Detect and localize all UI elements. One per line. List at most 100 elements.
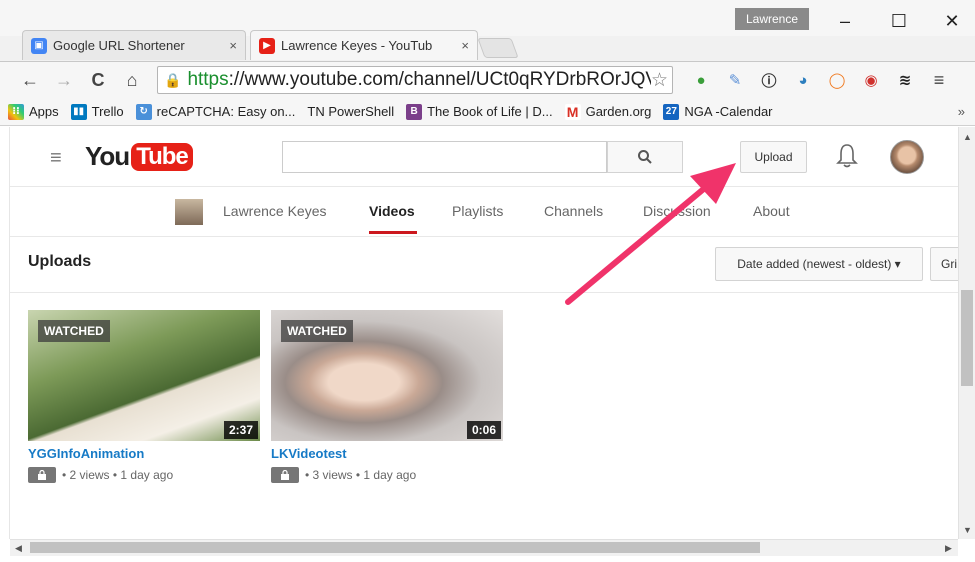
tab-title: Google URL Shortener	[53, 38, 185, 53]
sort-dropdown[interactable]: Date added (newest - oldest) ▾	[715, 247, 923, 281]
profile-badge[interactable]: Lawrence	[735, 8, 809, 30]
bookmark-star-icon[interactable]: ☆	[650, 69, 668, 92]
bookmark-garden[interactable]: M Garden.org	[564, 103, 652, 120]
video-card[interactable]: WATCHED 2:37 YGGInfoAnimation • 2 views …	[28, 310, 260, 483]
vertical-scrollbar-thumb[interactable]	[961, 290, 973, 386]
tab-about[interactable]: About	[753, 203, 790, 219]
url-rest: ://www.youtube.com/channel/UCt0qRYDrbROr…	[228, 69, 659, 90]
tab-discussion[interactable]: Discussion	[643, 203, 711, 219]
grid-view-button[interactable]: Gri	[930, 247, 958, 281]
address-bar[interactable]: 🔒 https ://www.youtube.com/channel/UCt0q…	[157, 66, 673, 94]
watched-badge: WATCHED	[281, 320, 353, 342]
channel-avatar[interactable]	[175, 199, 203, 225]
logo-you: You	[85, 141, 130, 171]
private-lock-icon	[28, 467, 56, 483]
back-button[interactable]: ←	[18, 68, 42, 92]
bookmark-label: The Book of Life | D...	[427, 104, 553, 119]
minimize-button[interactable]: –	[830, 8, 860, 34]
bookmark-apps[interactable]: ⁝⁝ Apps	[8, 103, 59, 120]
account-avatar[interactable]	[890, 140, 924, 174]
video-stats: • 2 views • 1 day ago	[62, 468, 174, 482]
search-input[interactable]	[282, 141, 607, 173]
tab-channels[interactable]: Channels	[544, 203, 603, 219]
video-title-link[interactable]: YGGInfoAnimation	[28, 446, 260, 461]
upload-button[interactable]: Upload	[740, 141, 807, 173]
youtube-favicon-icon: ▶	[259, 37, 275, 54]
scroll-left-arrow-icon[interactable]: ◀	[15, 543, 22, 554]
gmail-icon: M	[564, 103, 581, 120]
bookmarks-overflow-button[interactable]: »	[958, 104, 965, 119]
bookmark-label: NGA -Calendar	[684, 104, 773, 119]
notifications-bell-icon[interactable]	[836, 143, 858, 169]
google-favicon-icon: ▣	[31, 37, 47, 54]
uploads-title: Uploads	[28, 253, 92, 270]
bookmarks-bar: ⁝⁝ Apps ▮▮ Trello ↻ reCAPTCHA: Easy on..…	[0, 98, 975, 126]
horizontal-scrollbar-thumb[interactable]	[30, 542, 760, 553]
ring-extension-icon[interactable]: ◯	[826, 69, 848, 91]
bookmark-trello[interactable]: ▮▮ Trello	[70, 103, 124, 120]
video-thumbnail[interactable]: WATCHED 2:37	[28, 310, 260, 441]
evernote-extension-icon[interactable]: ●	[690, 69, 712, 91]
youtube-header: ≡ You Tube Upload	[10, 127, 958, 187]
bookmark-label: TN PowerShell	[307, 104, 395, 119]
tab-close-icon[interactable]: ×	[461, 38, 469, 53]
globe-extension-icon[interactable]: ◕	[792, 69, 814, 91]
tab-title: Lawrence Keyes - YouTub	[281, 38, 433, 53]
video-duration: 2:37	[223, 421, 258, 439]
bookmark-nga-calendar[interactable]: 27 NGA -Calendar	[663, 103, 773, 120]
home-button[interactable]: ⌂	[120, 68, 144, 92]
video-title-link[interactable]: LKVideotest	[271, 446, 503, 461]
video-duration: 0:06	[466, 421, 501, 439]
bookmark-tn-powershell[interactable]: TN PowerShell	[307, 104, 394, 119]
search-icon	[638, 150, 652, 164]
notes-extension-icon[interactable]: ✎	[724, 69, 746, 91]
video-thumbnail[interactable]: WATCHED 0:06	[271, 310, 503, 441]
bookmark-label: Garden.org	[585, 104, 652, 119]
watched-badge: WATCHED	[38, 320, 110, 342]
buffer-extension-icon[interactable]: ≋	[894, 69, 916, 91]
tab-playlists[interactable]: Playlists	[452, 203, 503, 219]
new-tab-button[interactable]	[477, 38, 519, 58]
scroll-right-arrow-icon[interactable]: ▶	[945, 543, 952, 554]
youtube-logo[interactable]: You Tube	[85, 141, 193, 172]
chrome-menu-icon[interactable]: ≡	[928, 69, 950, 91]
tab-youtube[interactable]: ▶ Lawrence Keyes - YouTub ×	[250, 30, 478, 60]
private-lock-icon	[271, 467, 299, 483]
bookmark-book-of-life[interactable]: B The Book of Life | D...	[406, 103, 553, 120]
channel-nav: Lawrence Keyes Videos Playlists Channels…	[10, 187, 958, 237]
bookmark-recaptcha[interactable]: ↻ reCAPTCHA: Easy on...	[135, 103, 296, 120]
youtube-page: ≡ You Tube Upload Lawrence Keyes Videos …	[10, 127, 958, 539]
url-scheme: https	[187, 69, 229, 90]
scroll-down-arrow-icon[interactable]: ▼	[963, 525, 972, 535]
tab-videos[interactable]: Videos	[369, 203, 415, 219]
guide-menu-icon[interactable]: ≡	[50, 147, 62, 170]
tab-google-url-shortener[interactable]: ▣ Google URL Shortener ×	[22, 30, 246, 60]
left-window-edge	[0, 127, 10, 539]
bookmark-label: Trello	[91, 104, 124, 119]
tab-close-icon[interactable]: ×	[229, 38, 237, 53]
recaptcha-icon: ↻	[135, 103, 152, 120]
info-extension-icon[interactable]: ⓘ	[758, 69, 780, 91]
bell-icon	[836, 144, 858, 168]
scroll-up-arrow-icon[interactable]: ▲	[963, 132, 972, 142]
bookmark-label: Apps	[29, 104, 59, 119]
forward-button[interactable]: →	[52, 68, 76, 92]
trello-icon: ▮▮	[70, 103, 87, 120]
video-stats: • 3 views • 1 day ago	[305, 468, 417, 482]
browser-toolbar: ← → C ⌂ 🔒 https ://www.youtube.com/chann…	[0, 62, 975, 98]
video-card[interactable]: WATCHED 0:06 LKVideotest • 3 views • 1 d…	[271, 310, 503, 483]
apps-icon: ⁝⁝	[8, 103, 24, 120]
reload-button[interactable]: C	[86, 68, 110, 92]
logo-tube: Tube	[131, 142, 193, 171]
video-meta: • 3 views • 1 day ago	[271, 467, 503, 483]
calendar-icon: 27	[663, 103, 680, 120]
uploads-header: Uploads Date added (newest - oldest) ▾ G…	[10, 237, 958, 293]
red-extension-icon[interactable]: ◉	[860, 69, 882, 91]
channel-name-link[interactable]: Lawrence Keyes	[223, 203, 327, 219]
bookmark-label: reCAPTCHA: Easy on...	[156, 104, 296, 119]
search-button[interactable]	[607, 141, 683, 173]
book-icon: B	[406, 103, 423, 120]
close-window-button[interactable]: ✕	[937, 8, 967, 34]
maximize-button[interactable]: ☐	[884, 8, 914, 34]
active-tab-underline	[369, 231, 417, 234]
